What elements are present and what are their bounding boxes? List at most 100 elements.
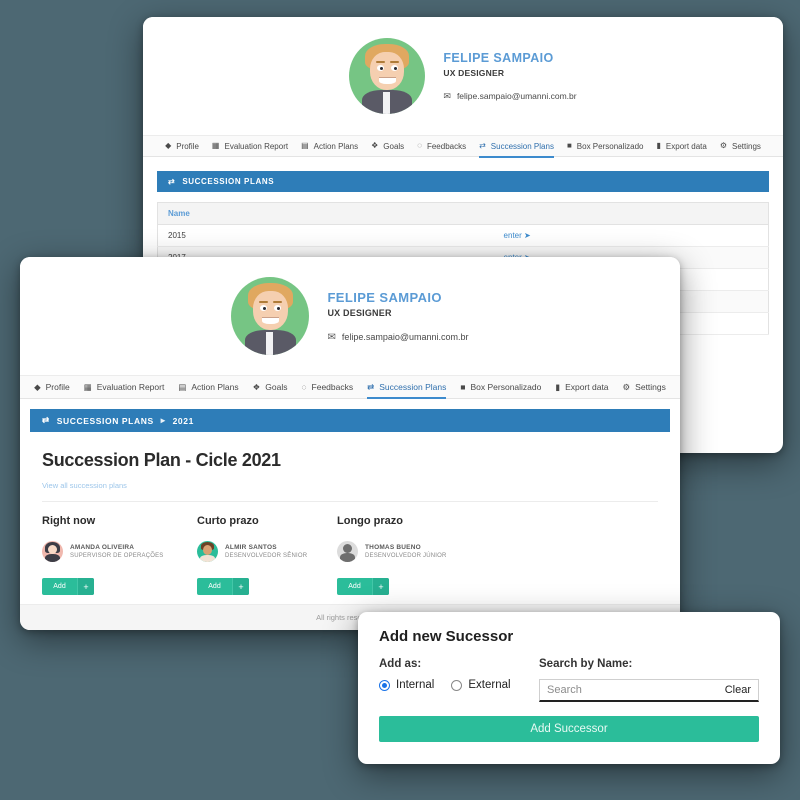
person-role: SUPERVISOR DE OPERAÇÕES — [70, 553, 164, 559]
back-nav-item-succession-plans[interactable]: ⇄ Succession Plans — [479, 141, 554, 158]
nav-label: Succession Plans — [490, 141, 554, 151]
nav-label: Settings — [635, 382, 666, 392]
column-right-now: Right now AMANDA OLIVEIRA SUPERVISOR DE … — [42, 515, 197, 595]
front-nav-item-evaluation-report[interactable]: ▦ Evaluation Report — [84, 382, 165, 392]
exchange-icon: ⇄ — [367, 381, 375, 392]
back-nav-item-export-data[interactable]: ▮ Export data — [657, 142, 707, 151]
table-row[interactable]: 2015 enter ➤ — [157, 224, 769, 247]
comment-icon: ◌ — [301, 381, 307, 392]
front-nav-item-action-plans[interactable]: ▤ Action Plans — [178, 382, 238, 392]
front-window: FELIPE SAMPAIO UX DESIGNER ✉ felipe.samp… — [20, 257, 680, 630]
target-icon: ❖ — [252, 381, 261, 392]
person-card[interactable]: THOMAS BUENO DESENVOLVEDOR JÚNIOR — [337, 541, 487, 562]
enter-link[interactable]: enter ➤ — [504, 231, 531, 240]
grid-icon: ▦ — [211, 141, 220, 150]
column-title: Right now — [42, 515, 96, 527]
exchange-icon: ⇄ — [479, 141, 486, 150]
front-user-avatar — [231, 277, 310, 355]
breadcrumb-current: 2021 — [172, 415, 194, 426]
plus-icon: + — [77, 578, 94, 595]
front-profile-name: FELIPE SAMPAIO — [327, 289, 442, 305]
nav-label: Evaluation Report — [96, 382, 165, 392]
nav-label: Profile — [45, 382, 70, 392]
front-nav-item-feedbacks[interactable]: ◌ Feedbacks — [301, 382, 353, 392]
add-successor-modal: Add new Sucessor Add as: Internal Extern… — [358, 612, 780, 764]
back-nav-item-settings[interactable]: ⚙ Settings — [720, 142, 761, 151]
add-button-curto-prazo[interactable]: Add + — [197, 578, 249, 595]
back-navbar[interactable]: ◆ Profile ▦ Evaluation Report ▤ Action P… — [143, 135, 783, 158]
user-icon: ◆ — [34, 381, 41, 392]
nav-label: Evaluation Report — [224, 141, 289, 151]
search-by-name-label: Search by Name: — [539, 658, 633, 670]
plus-icon: + — [372, 578, 389, 595]
add-button-right-now[interactable]: Add + — [42, 578, 94, 595]
nav-label: Box Personalizado — [470, 382, 542, 392]
view-all-succession-plans-link[interactable]: View all succession plans — [42, 481, 658, 490]
radio-internal-label: Internal — [396, 679, 435, 691]
add-button-label: Add — [348, 583, 361, 590]
plus-icon: + — [232, 578, 249, 595]
front-profile-role: UX DESIGNER — [327, 307, 392, 318]
radio-internal-dot[interactable] — [379, 679, 390, 691]
grid-small-icon: ■ — [460, 381, 466, 392]
back-profile-name: FELIPE SAMPAIO — [443, 50, 554, 65]
grid-icon: ▦ — [83, 381, 92, 392]
nav-label: Settings — [732, 141, 761, 151]
nav-label: Profile — [176, 141, 199, 151]
file-icon: ▮ — [555, 381, 561, 392]
screenshot-stage: FELIPE SAMPAIO UX DESIGNER ✉ felipe.samp… — [0, 0, 800, 800]
gear-icon: ⚙ — [719, 141, 728, 150]
front-navbar[interactable]: ◆ Profile ▦ Evaluation Report ▤ Action P… — [20, 375, 680, 399]
column-curto-prazo: Curto prazo ALMIR SANTOS DESENVOLVEDOR S… — [197, 515, 337, 595]
search-group: Search by Name: Clear — [539, 658, 759, 702]
page-title: Succession Plan - Cicle 2021 — [42, 450, 281, 470]
back-section-bar: ⇄ SUCCESSION PLANS — [157, 171, 769, 192]
add-as-label: Add as: — [379, 658, 422, 670]
back-nav-item-feedbacks[interactable]: ◌ Feedbacks — [417, 142, 466, 151]
avatar-amanda-oliveira — [42, 541, 63, 562]
nav-label: Goals — [383, 141, 405, 151]
person-card[interactable]: ALMIR SANTOS DESENVOLVEDOR SÊNIOR — [197, 541, 337, 562]
clear-button[interactable]: Clear — [725, 684, 751, 696]
column-title: Curto prazo — [197, 515, 259, 527]
nav-label: Feedbacks — [311, 382, 354, 392]
search-box[interactable]: Clear — [539, 679, 759, 702]
add-successor-button[interactable]: Add Successor — [379, 716, 759, 742]
nav-label: Action Plans — [191, 382, 239, 392]
nav-label: Action Plans — [313, 141, 359, 151]
add-button-label: Add — [208, 583, 221, 590]
envelope-icon: ✉ — [443, 90, 451, 101]
back-nav-item-box-personalizado[interactable]: ■ Box Personalizado — [567, 142, 644, 151]
radio-external-label: External — [468, 679, 511, 691]
back-nav-item-goals[interactable]: ❖ Goals — [371, 142, 404, 151]
arrow-right-icon: ➤ — [524, 231, 531, 240]
front-nav-item-profile[interactable]: ◆ Profile — [34, 382, 70, 392]
add-button-longo-prazo[interactable]: Add + — [337, 578, 389, 595]
add-as-radios[interactable]: Internal External — [379, 679, 539, 691]
person-role: DESENVOLVEDOR SÊNIOR — [225, 553, 308, 559]
front-profile-email-row: ✉ felipe.sampaio@umanni.com.br — [327, 332, 468, 343]
succession-columns: Right now AMANDA OLIVEIRA SUPERVISOR DE … — [42, 515, 658, 595]
front-nav-item-settings[interactable]: ⚙ Settings — [623, 382, 666, 392]
radio-external[interactable]: External — [451, 679, 511, 691]
front-nav-item-succession-plans[interactable]: ⇄ Succession Plans — [367, 381, 447, 399]
person-name: ALMIR SANTOS — [225, 544, 277, 551]
radio-internal[interactable]: Internal — [379, 679, 434, 691]
front-nav-item-box-personalizado[interactable]: ■ Box Personalizado — [460, 382, 541, 392]
radio-external-dot[interactable] — [451, 679, 463, 691]
table-col-action — [493, 202, 769, 225]
front-nav-item-export-data[interactable]: ▮ Export data — [555, 382, 608, 392]
avatar-thomas-bueno — [337, 541, 358, 562]
person-card[interactable]: AMANDA OLIVEIRA SUPERVISOR DE OPERAÇÕES — [42, 541, 197, 562]
back-nav-item-action-plans[interactable]: ▤ Action Plans — [301, 142, 358, 151]
back-nav-item-evaluation-report[interactable]: ▦ Evaluation Report — [212, 142, 288, 151]
search-input[interactable] — [547, 684, 725, 696]
back-nav-item-profile[interactable]: ◆ Profile — [165, 142, 199, 151]
front-profile-header: FELIPE SAMPAIO UX DESIGNER ✉ felipe.samp… — [20, 257, 680, 375]
person-role: DESENVOLVEDOR JÚNIOR — [365, 553, 447, 559]
breadcrumb-root[interactable]: SUCCESSION PLANS — [57, 416, 154, 426]
content-divider — [42, 501, 658, 502]
front-nav-item-goals[interactable]: ❖ Goals — [253, 382, 288, 392]
comment-icon: ◌ — [417, 141, 422, 150]
nav-label: Export data — [565, 382, 609, 392]
